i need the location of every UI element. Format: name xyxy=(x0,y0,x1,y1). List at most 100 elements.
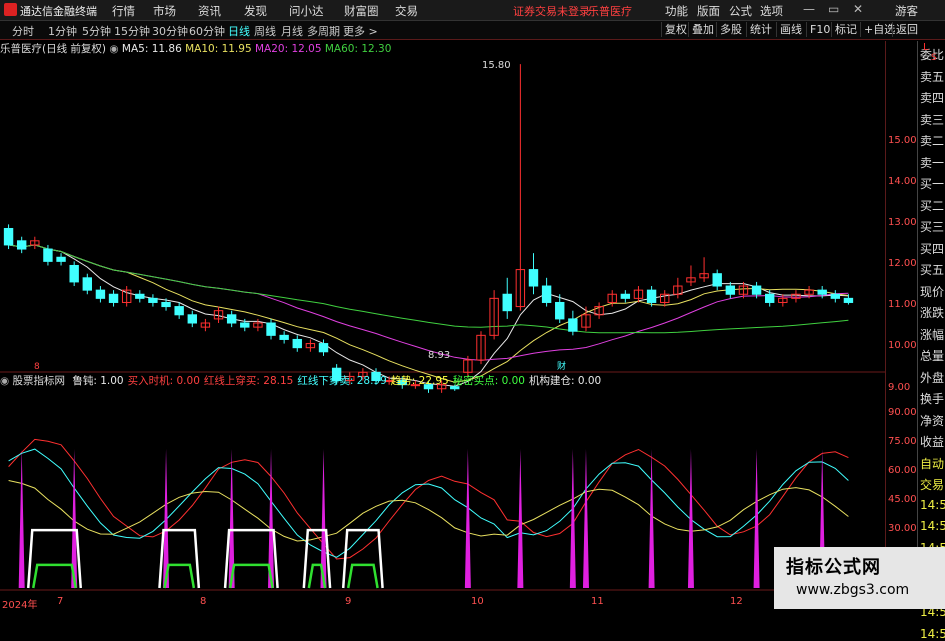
candle-body xyxy=(240,322,250,328)
side-panel-item: 买五 xyxy=(920,263,945,277)
candle-body xyxy=(161,301,171,308)
side-panel-item: 卖二 xyxy=(920,134,945,148)
ma-line xyxy=(8,244,849,387)
sub-indicator-chart xyxy=(8,438,849,589)
side-panel-item: 卖一 xyxy=(920,155,945,170)
date-tick-label: 10 xyxy=(471,596,484,607)
candle-body xyxy=(174,306,184,316)
low-price-label: 8.93 xyxy=(428,350,450,361)
candle-body xyxy=(292,338,302,349)
price-tick-label: 15.00 xyxy=(888,134,917,146)
side-panel-item: 买三 xyxy=(920,220,945,234)
date-tick-label: 9 xyxy=(345,596,352,607)
watermark-logo: 指标公式网 www.zbgs3.com xyxy=(774,547,945,609)
sub-indicator-item: 鲁钝: 1.00 xyxy=(72,375,124,387)
candle-body xyxy=(148,297,158,303)
quote-side-panel: 委比 卖五 卖四 卖三 卖二 卖一 买一 买二 买三 买四 买五 现价 涨跌 涨幅 总量 外盘 换手 净资 收益 自动… xyxy=(917,41,945,641)
buy-signal-spike xyxy=(18,449,25,588)
secret-buy-box xyxy=(346,563,379,589)
side-panel-item: 涨跌 xyxy=(920,306,945,320)
side-panel-item: 外盘 xyxy=(920,370,945,385)
side-panel-item: 收益 xyxy=(920,435,945,449)
candle-body xyxy=(817,289,827,295)
candle-body xyxy=(646,289,657,303)
side-panel-item: 14:5 xyxy=(920,497,945,512)
sub-indicator-legend: ◉ 股票指标网 鲁钝: 1.00 买入时机: 0.00 红线上穿买: 28.15 红线… xyxy=(0,373,601,388)
candle-body xyxy=(528,269,539,287)
candle-body xyxy=(765,293,775,303)
candle-body xyxy=(69,264,79,283)
candlestick-series xyxy=(3,64,854,393)
date-tick-label: 8 xyxy=(200,596,207,607)
candle-body xyxy=(502,293,512,312)
price-tick-label: 9.00 xyxy=(888,381,911,393)
ma-line xyxy=(8,244,849,383)
candle-body xyxy=(725,285,736,295)
side-panel-item: 自动 xyxy=(920,456,945,471)
side-panel-item: 现价 xyxy=(920,284,945,299)
candle-body xyxy=(318,343,329,353)
date-tick-label: 7 xyxy=(57,596,64,607)
ma-line xyxy=(8,244,849,361)
candle-body xyxy=(279,334,289,340)
side-panel-item: 总量 xyxy=(920,349,945,363)
side-panel-item: 14:5 xyxy=(920,519,945,533)
sub-tick-label: 45.00 xyxy=(888,494,917,506)
side-panel-item: 买二 xyxy=(920,198,945,213)
sub-indicator-item: 机构建仓: 0.00 xyxy=(528,375,602,387)
oscillator-line xyxy=(8,448,849,558)
candle-body xyxy=(620,293,631,299)
side-panel-item: 换手 xyxy=(920,392,945,406)
candle-body xyxy=(226,314,237,324)
moving-average-lines xyxy=(8,244,849,387)
sub-tick-label: 75.00 xyxy=(888,436,917,448)
sub-indicator-item: 红线上穿买: 28.15 xyxy=(203,375,294,387)
side-panel-item: 卖四 xyxy=(920,91,945,105)
side-panel-item: 净资 xyxy=(920,413,945,428)
sub-tick-label: 30.00 xyxy=(888,523,917,535)
watermark-url: www.zbgs3.com xyxy=(796,582,910,598)
buy-signal-spike xyxy=(517,449,524,588)
candle-body xyxy=(82,277,92,291)
panel-tag-s[interactable]: S xyxy=(931,53,937,63)
sub-tick-label: 60.00 xyxy=(888,465,917,477)
oscillator-line xyxy=(8,438,849,560)
price-tick-label: 12.00 xyxy=(888,258,917,270)
price-tick-label: 10.00 xyxy=(888,340,917,352)
buy-signal-spike xyxy=(687,449,694,588)
price-tick-label: 14.00 xyxy=(888,176,917,188)
candle-body xyxy=(555,301,565,320)
candle-body xyxy=(830,293,841,299)
side-panel-item: 买一 xyxy=(920,177,945,191)
sub-tick-label: 90.00 xyxy=(888,407,917,419)
candle-body xyxy=(751,285,762,295)
candle-body xyxy=(3,227,14,246)
side-panel-item: 买四 xyxy=(920,241,945,256)
event-marker-left: 8 xyxy=(34,362,40,372)
panel-tag-l[interactable]: L xyxy=(923,42,929,53)
side-panel-item: 卖五 xyxy=(920,69,945,84)
high-price-label: 15.80 xyxy=(482,60,511,71)
buy-signal-spike xyxy=(648,449,655,588)
sub-indicator-values: 鲁钝: 1.00 买入时机: 0.00 红线上穿买: 28.15 红线下穿卖: 28.… xyxy=(68,375,601,387)
buy-signal-spike xyxy=(569,449,576,588)
chart-area[interactable]: 15.80 8.93 8 财 xyxy=(0,0,945,609)
date-tick-label: 12 xyxy=(730,596,743,607)
secret-buy-box xyxy=(32,563,77,589)
candle-body xyxy=(541,285,552,303)
secret-buy-box xyxy=(228,563,274,589)
buy-signal-spike xyxy=(582,449,589,588)
candle-body xyxy=(712,273,722,287)
sub-indicator-item: 趋势: 22.95 xyxy=(390,375,449,387)
watermark-title: 指标公式网 xyxy=(786,557,881,578)
sub-indicator-item: 秘密买点: 0.00 xyxy=(452,375,525,387)
candle-body xyxy=(56,256,66,262)
side-panel-item: 涨幅 xyxy=(920,327,945,342)
sub-indicator-item: 买入时机: 0.00 xyxy=(127,375,200,387)
candle-body xyxy=(95,289,106,299)
date-tick-label: 11 xyxy=(591,596,604,607)
candle-body xyxy=(108,293,119,303)
candle-body xyxy=(266,322,276,336)
sub-settings-icon[interactable]: ◉ xyxy=(0,375,9,387)
ma-line xyxy=(8,244,849,334)
